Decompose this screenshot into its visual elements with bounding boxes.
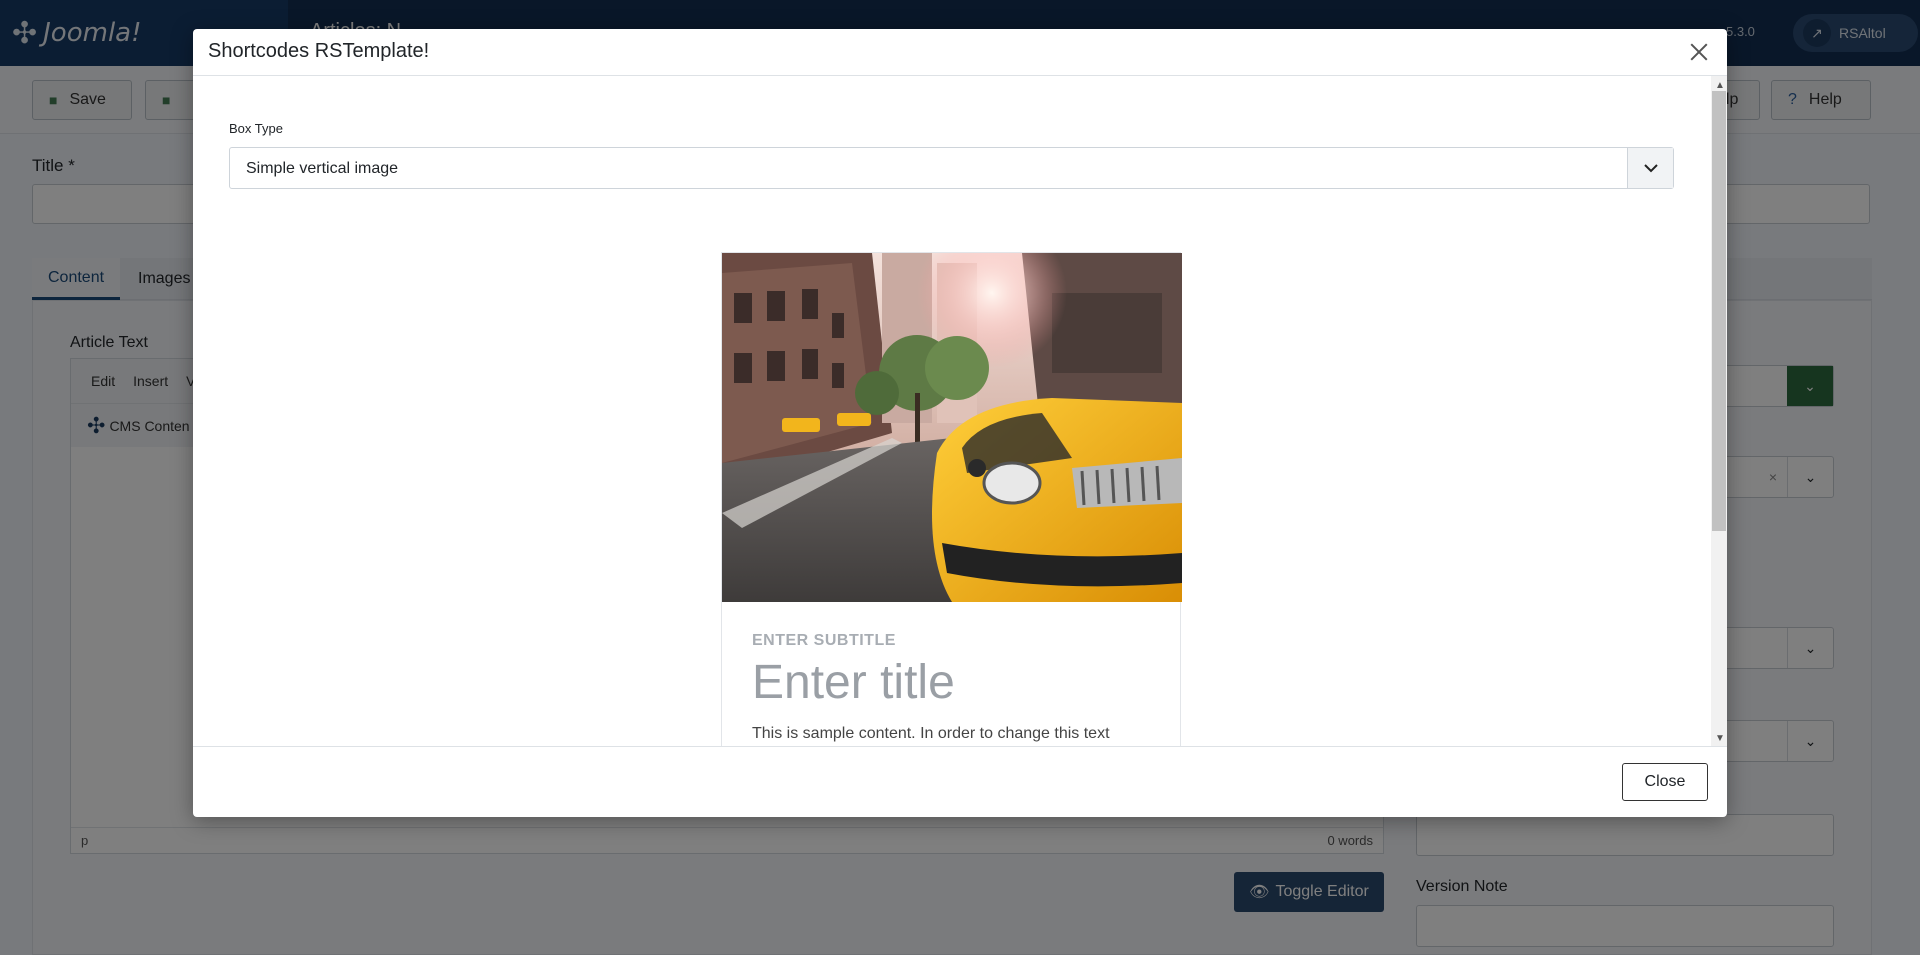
modal-scrollbar[interactable]: ▲ ▼ <box>1711 76 1727 746</box>
chevron-down-icon <box>1627 148 1673 188</box>
modal-header: Shortcodes RSTemplate! <box>193 29 1727 76</box>
modal-body: Box Type Simple vertical image ENTER SUB… <box>193 76 1711 746</box>
box-type-select[interactable]: Simple vertical image <box>229 147 1674 189</box>
preview-text: This is sample content. In order to chan… <box>752 725 1110 742</box>
preview-subtitle: ENTER SUBTITLE <box>752 632 896 649</box>
close-icon[interactable] <box>1685 38 1713 66</box>
box-type-value: Simple vertical image <box>246 160 399 177</box>
modal-title: Shortcodes RSTemplate! <box>208 40 430 62</box>
scrollbar-thumb[interactable] <box>1712 91 1726 531</box>
scroll-up-icon[interactable]: ▲ <box>1715 80 1725 91</box>
close-button[interactable]: Close <box>1622 763 1708 801</box>
shortcodes-modal: Shortcodes RSTemplate! Box Type Simple v… <box>193 29 1727 817</box>
preview-title: Enter title <box>752 656 955 709</box>
modal-footer: Close <box>193 746 1727 817</box>
box-type-label: Box Type <box>229 121 283 136</box>
taxi-street-photo <box>722 253 1182 602</box>
scroll-down-icon[interactable]: ▼ <box>1715 733 1725 744</box>
box-preview: ENTER SUBTITLE Enter title This is sampl… <box>721 252 1182 746</box>
